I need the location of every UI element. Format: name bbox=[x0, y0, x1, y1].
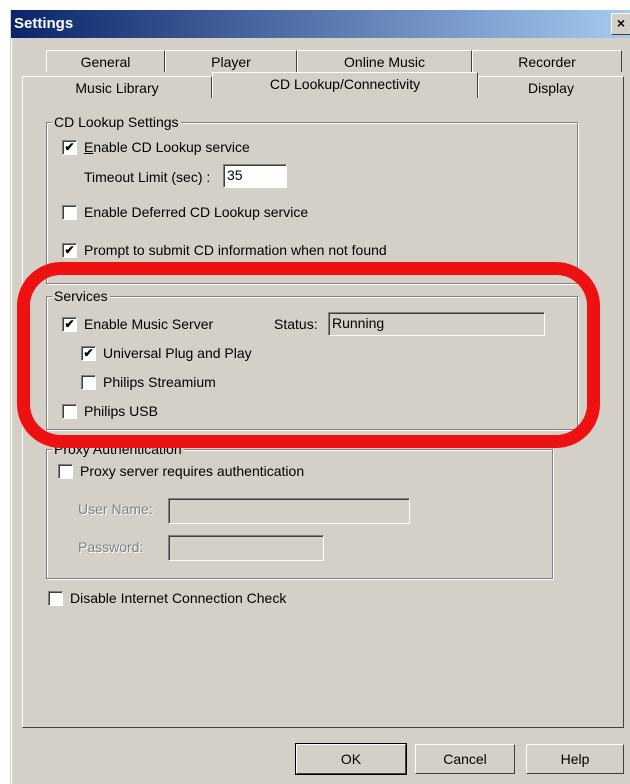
prompt-submit-checkbox[interactable]: ✔ bbox=[62, 243, 77, 258]
deferred-lookup-label[interactable]: Enable Deferred CD Lookup service bbox=[84, 203, 308, 221]
window-title: Settings bbox=[14, 15, 74, 32]
cancel-button[interactable]: Cancel bbox=[415, 744, 515, 774]
timeout-input[interactable]: 35 bbox=[223, 164, 287, 188]
ok-button[interactable]: OK bbox=[295, 743, 407, 775]
upnp-checkbox[interactable]: ✔ bbox=[81, 346, 96, 361]
cd-lookup-legend: CD Lookup Settings bbox=[52, 114, 181, 130]
title-bar[interactable]: Settings × bbox=[11, 10, 630, 38]
deferred-lookup-checkbox[interactable] bbox=[62, 205, 77, 220]
enable-music-server-label[interactable]: Enable Music Server bbox=[84, 315, 213, 333]
prompt-submit-label[interactable]: Prompt to submit CD information when not… bbox=[84, 241, 387, 259]
tab-general[interactable]: General bbox=[46, 50, 165, 72]
proxy-legend: Proxy Authentication bbox=[52, 441, 184, 457]
tab-cd-lookup-connectivity[interactable]: CD Lookup/Connectivity bbox=[212, 72, 478, 98]
tab-online-music[interactable]: Online Music bbox=[297, 50, 472, 72]
password-label: Password: bbox=[78, 539, 144, 555]
status-label: Status: bbox=[274, 316, 318, 332]
tab-display[interactable]: Display bbox=[478, 76, 624, 98]
disable-connection-check-checkbox[interactable] bbox=[48, 591, 63, 606]
enable-cd-lookup-checkbox[interactable]: ✔ bbox=[62, 140, 77, 155]
upnp-label[interactable]: Universal Plug and Play bbox=[103, 344, 252, 362]
philips-usb-checkbox[interactable] bbox=[62, 404, 77, 419]
tab-music-library[interactable]: Music Library bbox=[22, 76, 212, 98]
username-input[interactable] bbox=[168, 498, 410, 524]
timeout-label: Timeout Limit (sec) : bbox=[84, 169, 211, 185]
help-button[interactable]: Help bbox=[526, 744, 624, 774]
mnemonic-e: E bbox=[84, 139, 94, 155]
enable-music-server-checkbox[interactable]: ✔ bbox=[62, 317, 77, 332]
enable-cd-lookup-label-text: nable CD Lookup service bbox=[93, 139, 250, 155]
tab-player[interactable]: Player bbox=[165, 50, 297, 72]
streamium-checkbox[interactable] bbox=[81, 375, 96, 390]
streamium-label[interactable]: Philips Streamium bbox=[103, 373, 216, 391]
enable-cd-lookup-label[interactable]: Enable CD Lookup service bbox=[84, 138, 250, 156]
username-label: User Name: bbox=[78, 501, 153, 517]
proxy-auth-checkbox[interactable] bbox=[58, 464, 73, 479]
philips-usb-label[interactable]: Philips USB bbox=[84, 402, 158, 420]
services-legend: Services bbox=[52, 288, 110, 304]
close-button[interactable]: × bbox=[611, 13, 630, 35]
status-field: Running bbox=[328, 312, 545, 336]
proxy-auth-label[interactable]: Proxy server requires authentication bbox=[80, 462, 304, 480]
disable-connection-check-label[interactable]: Disable Internet Connection Check bbox=[70, 589, 286, 607]
tab-recorder[interactable]: Recorder bbox=[472, 50, 622, 72]
password-input[interactable] bbox=[168, 535, 324, 561]
